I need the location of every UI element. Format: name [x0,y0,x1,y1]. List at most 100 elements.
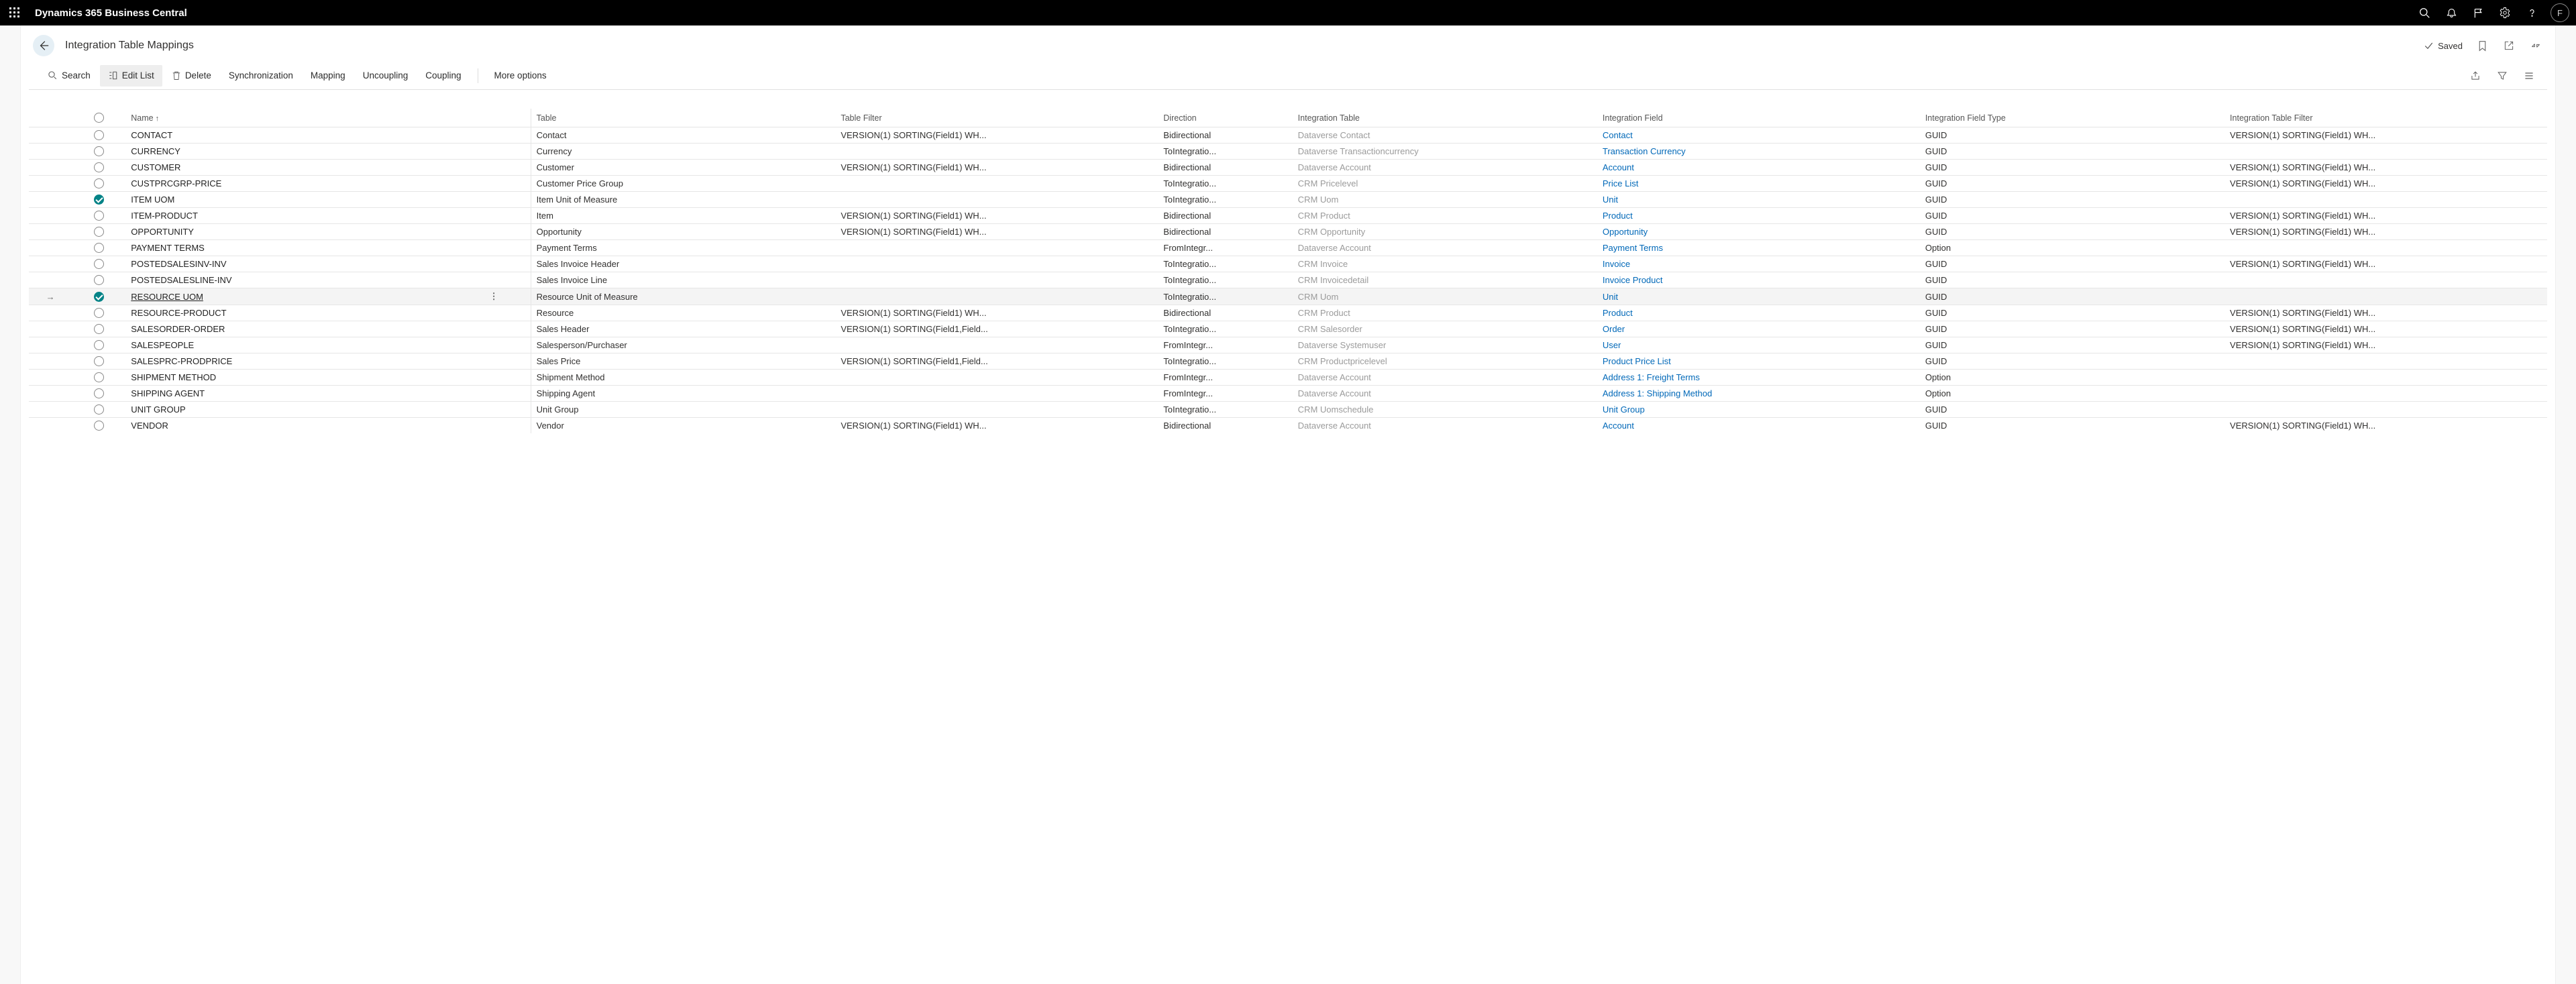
row-select[interactable] [72,288,125,305]
row-more-menu[interactable] [484,418,531,434]
cell-integration-field[interactable]: Transaction Currency [1597,144,1920,160]
column-table-filter[interactable]: Table Filter [835,109,1158,127]
row-select[interactable] [72,176,125,192]
table-row[interactable]: SHIPMENT METHODShipment MethodFromIntegr… [29,370,2547,386]
cell-name[interactable]: PAYMENT TERMS [125,240,484,256]
row-select[interactable] [72,144,125,160]
row-select[interactable] [72,353,125,370]
table-row[interactable]: SALESPRC-PRODPRICESales PriceVERSION(1) … [29,353,2547,370]
cell-integration-field[interactable]: Price List [1597,176,1920,192]
synchronization-menu[interactable]: Synchronization [221,65,301,87]
row-more-menu[interactable] [484,240,531,256]
cell-name[interactable]: SALESPRC-PRODPRICE [125,353,484,370]
row-more-menu[interactable] [484,272,531,288]
collapse-icon[interactable] [2528,38,2543,53]
column-direction[interactable]: Direction [1158,109,1292,127]
table-row[interactable]: SHIPPING AGENTShipping AgentFromIntegr..… [29,386,2547,402]
table-row[interactable]: POSTEDSALESLINE-INVSales Invoice LineToI… [29,272,2547,288]
table-row[interactable]: VENDORVendorVERSION(1) SORTING(Field1) W… [29,418,2547,434]
cell-name[interactable]: ITEM-PRODUCT [125,208,484,224]
table-row[interactable]: CUSTPRCGRP-PRICECustomer Price GroupToIn… [29,176,2547,192]
row-select[interactable] [72,160,125,176]
uncoupling-menu[interactable]: Uncoupling [355,65,417,87]
cell-integration-field[interactable]: Address 1: Freight Terms [1597,370,1920,386]
row-more-menu[interactable] [484,192,531,208]
table-row[interactable]: →RESOURCE UOM⋮Resource Unit of MeasureTo… [29,288,2547,305]
coupling-menu[interactable]: Coupling [417,65,469,87]
row-more-menu[interactable] [484,176,531,192]
cell-integration-field[interactable]: Address 1: Shipping Method [1597,386,1920,402]
row-select[interactable] [72,337,125,353]
row-select[interactable] [72,256,125,272]
cell-name[interactable]: SHIPMENT METHOD [125,370,484,386]
cell-integration-field[interactable]: Unit [1597,288,1920,305]
cell-name[interactable]: SALESORDER-ORDER [125,321,484,337]
settings-icon[interactable] [2493,1,2517,25]
table-row[interactable]: CONTACTContactVERSION(1) SORTING(Field1)… [29,127,2547,144]
row-select[interactable] [72,208,125,224]
row-more-menu[interactable] [484,208,531,224]
cell-name[interactable]: ITEM UOM [125,192,484,208]
cell-name[interactable]: UNIT GROUP [125,402,484,418]
cell-integration-field[interactable]: Product Price List [1597,353,1920,370]
cell-name[interactable]: POSTEDSALESLINE-INV [125,272,484,288]
row-more-menu[interactable] [484,353,531,370]
cell-integration-field[interactable]: Opportunity [1597,224,1920,240]
table-row[interactable]: CUSTOMERCustomerVERSION(1) SORTING(Field… [29,160,2547,176]
column-integration-table-filter[interactable]: Integration Table Filter [2224,109,2547,127]
cell-name[interactable]: CUSTOMER [125,160,484,176]
row-more-menu[interactable] [484,144,531,160]
cell-name[interactable]: SHIPPING AGENT [125,386,484,402]
row-more-menu[interactable] [484,305,531,321]
cell-integration-field[interactable]: Product [1597,208,1920,224]
share-icon[interactable] [2468,68,2483,83]
cell-integration-field[interactable]: Account [1597,160,1920,176]
table-row[interactable]: PAYMENT TERMSPayment TermsFromIntegr...D… [29,240,2547,256]
list-view-icon[interactable] [2522,68,2536,83]
cell-name[interactable]: SALESPEOPLE [125,337,484,353]
more-options-menu[interactable]: More options [486,65,555,87]
cell-integration-field[interactable]: Contact [1597,127,1920,144]
search-icon[interactable] [2412,1,2436,25]
cell-name[interactable]: CURRENCY [125,144,484,160]
row-more-menu[interactable] [484,256,531,272]
mapping-menu[interactable]: Mapping [303,65,354,87]
row-more-menu[interactable] [484,370,531,386]
cell-integration-field[interactable]: User [1597,337,1920,353]
select-all-header[interactable] [72,109,125,127]
notifications-icon[interactable] [2439,1,2463,25]
row-select[interactable] [72,240,125,256]
row-select[interactable] [72,386,125,402]
table-row[interactable]: OPPORTUNITYOpportunityVERSION(1) SORTING… [29,224,2547,240]
flag-icon[interactable] [2466,1,2490,25]
cell-name[interactable]: RESOURCE UOM [125,288,484,305]
row-more-menu[interactable] [484,402,531,418]
cell-integration-field[interactable]: Account [1597,418,1920,434]
table-row[interactable]: RESOURCE-PRODUCTResourceVERSION(1) SORTI… [29,305,2547,321]
table-row[interactable]: SALESORDER-ORDERSales HeaderVERSION(1) S… [29,321,2547,337]
row-more-menu[interactable]: ⋮ [484,288,531,305]
table-row[interactable]: CURRENCYCurrencyToIntegratio...Dataverse… [29,144,2547,160]
app-launcher-button[interactable] [4,2,25,23]
row-select[interactable] [72,305,125,321]
open-new-window-icon[interactable] [2502,38,2516,53]
help-icon[interactable] [2520,1,2544,25]
cell-integration-field[interactable]: Product [1597,305,1920,321]
cell-name[interactable]: CONTACT [125,127,484,144]
cell-integration-field[interactable]: Order [1597,321,1920,337]
table-row[interactable]: SALESPEOPLESalesperson/PurchaserFromInte… [29,337,2547,353]
row-more-menu[interactable] [484,337,531,353]
cell-integration-field[interactable]: Invoice [1597,256,1920,272]
row-more-menu[interactable] [484,321,531,337]
column-integration-field-type[interactable]: Integration Field Type [1920,109,2224,127]
cell-name[interactable]: RESOURCE-PRODUCT [125,305,484,321]
row-more-menu[interactable] [484,224,531,240]
row-select[interactable] [72,370,125,386]
row-select[interactable] [72,127,125,144]
row-select[interactable] [72,272,125,288]
row-select[interactable] [72,418,125,434]
search-action[interactable]: Search [40,65,99,87]
filter-icon[interactable] [2495,68,2510,83]
user-avatar[interactable]: F [2551,3,2569,22]
cell-integration-field[interactable]: Unit Group [1597,402,1920,418]
